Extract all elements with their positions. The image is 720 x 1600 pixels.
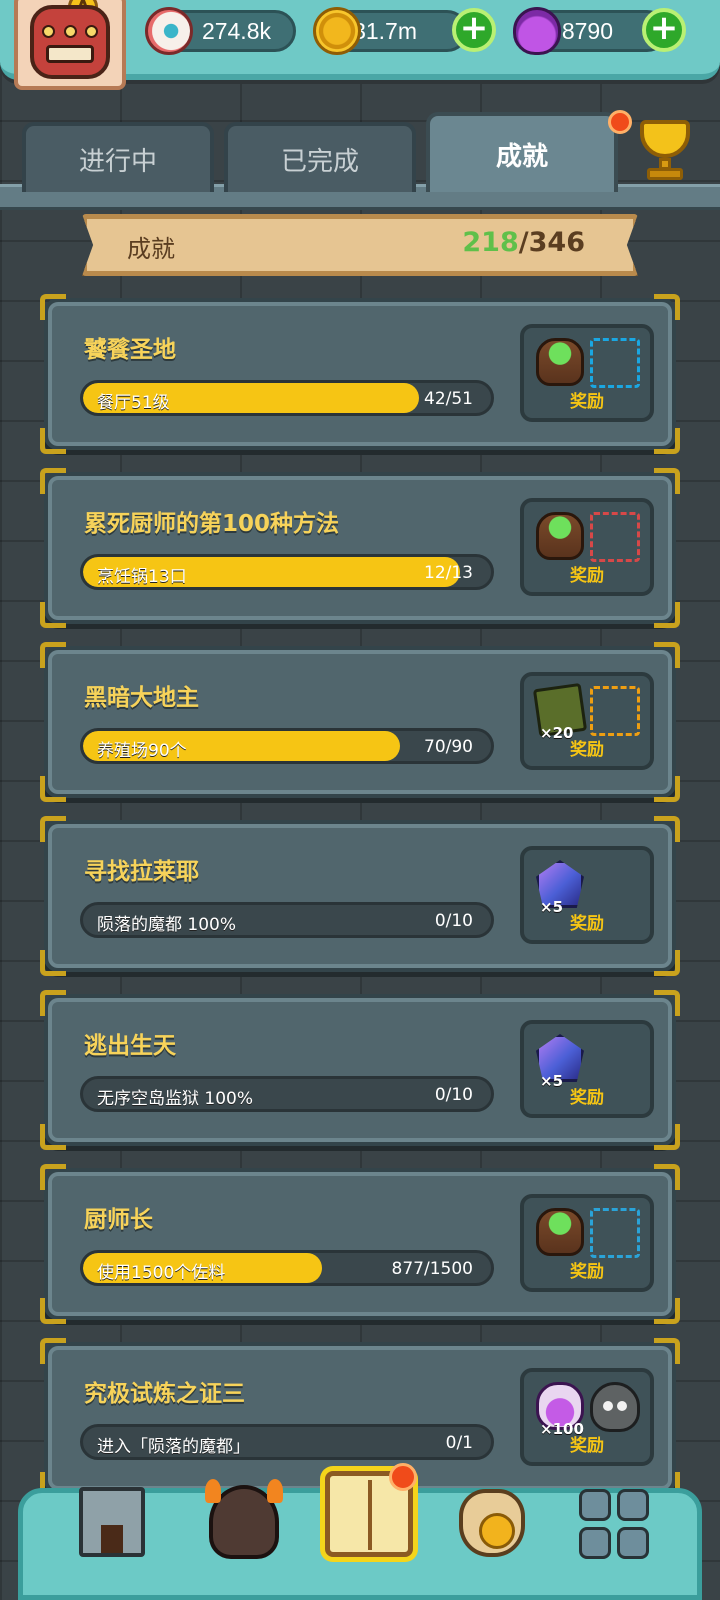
achievement-title: 厨师长 (84, 1207, 153, 1233)
grid-menu-icon (579, 1489, 649, 1559)
cabbage-crate-icon (536, 1208, 584, 1256)
nav-restaurant[interactable] (69, 1475, 153, 1575)
player-avatar[interactable]: A (14, 0, 126, 90)
achievement-list: 饕餮圣地 餐厅51级 42/51 奖励 累死厨师的第100种方法 烹饪锅13口 … (40, 294, 680, 1516)
monster-avatar-icon (30, 5, 110, 79)
reward-box[interactable]: ×100 奖励 (520, 1368, 654, 1466)
reward-box[interactable]: 奖励 (520, 1194, 654, 1292)
trophy-button[interactable] (630, 118, 700, 182)
horned-monster-icon (590, 1382, 640, 1432)
achievement-summary-banner: 成就 218/346 (82, 214, 638, 276)
monster-icon (205, 1479, 283, 1559)
empty-reward-slot (590, 512, 640, 562)
add-gold-button[interactable]: + (452, 8, 496, 52)
achievement-card: 饕餮圣地 餐厅51级 42/51 奖励 (40, 294, 680, 454)
reward-label: 奖励 (570, 914, 604, 934)
reward-label: 奖励 (570, 740, 604, 760)
achievement-count: 218/346 (462, 227, 585, 258)
progress-count: 877/1500 (391, 1259, 473, 1279)
eyeball-icon (145, 7, 193, 55)
progress-bar: 无序空岛监狱 100% 0/10 (80, 1076, 494, 1112)
progress-count: 70/90 (424, 737, 473, 757)
gold-currency: 31.7m (313, 7, 468, 55)
progress-count: 0/1 (445, 1433, 473, 1453)
progress-bar: 养殖场90个 70/90 (80, 728, 494, 764)
reward-label: 奖励 (570, 1088, 604, 1108)
achievement-card: 累死厨师的第100种方法 烹饪锅13口 12/13 奖励 (40, 468, 680, 628)
nav-treasure-bag[interactable] (449, 1475, 533, 1575)
reward-label: 奖励 (570, 1436, 604, 1456)
reward-label: 奖励 (570, 392, 604, 412)
reward-box[interactable]: ×20 奖励 (520, 672, 654, 770)
reward-label: 奖励 (570, 566, 604, 586)
tab-in-progress[interactable]: 进行中 (22, 122, 214, 192)
banner-title: 成就 (127, 235, 175, 263)
nav-menu-grid[interactable] (571, 1475, 655, 1575)
achievement-card: 逃出生天 无序空岛监狱 100% 0/10 ×5 奖励 (40, 990, 680, 1150)
reward-label: 奖励 (570, 1262, 604, 1282)
notification-dot (608, 110, 632, 134)
achievement-title: 黑暗大地主 (84, 685, 199, 711)
reward-box[interactable]: ×5 奖励 (520, 846, 654, 944)
achievement-title: 饕餮圣地 (84, 337, 176, 363)
nav-monster[interactable] (201, 1475, 285, 1575)
progress-count: 12/13 (424, 563, 473, 583)
achievement-title: 寻找拉莱耶 (84, 859, 199, 885)
empty-reward-slot (590, 686, 640, 736)
progress-bar: 餐厅51级 42/51 (80, 380, 494, 416)
reward-box[interactable]: ×5 奖励 (520, 1020, 654, 1118)
progress-count: 42/51 (424, 389, 473, 409)
restaurant-building-icon (79, 1487, 145, 1557)
task-label: 使用1500个佐料 (97, 1263, 226, 1283)
cabbage-crate-icon (536, 338, 584, 386)
empty-reward-slot (590, 338, 640, 388)
tab-achievements[interactable]: 成就 (426, 112, 618, 192)
progress-bar: 使用1500个佐料 877/1500 (80, 1250, 494, 1286)
add-potion-button[interactable]: + (642, 8, 686, 52)
task-label: 餐厅51级 (97, 393, 170, 413)
cabbage-crate-icon (536, 512, 584, 560)
achievement-card: 黑暗大地主 养殖场90个 70/90 ×20 奖励 (40, 642, 680, 802)
task-label: 烹饪锅13口 (97, 567, 187, 587)
achievement-card: 寻找拉莱耶 陨落的魔都 100% 0/10 ×5 奖励 (40, 816, 680, 976)
task-label: 养殖场90个 (97, 741, 187, 761)
reward-box[interactable]: 奖励 (520, 498, 654, 596)
achievement-title: 究极试炼之证三 (84, 1381, 245, 1407)
achievement-title: 累死厨师的第100种方法 (84, 511, 340, 537)
progress-bar: 进入「陨落的魔都」 0/1 (80, 1424, 494, 1460)
achievement-title: 逃出生天 (84, 1033, 176, 1059)
progress-bar: 烹饪锅13口 12/13 (80, 554, 494, 590)
task-label: 进入「陨落的魔都」 (97, 1437, 250, 1457)
currency-bar: A 274.8k 31.7m + 8790 + (0, 0, 720, 90)
eyes-currency: 274.8k (145, 7, 296, 55)
notification-dot (389, 1463, 417, 1491)
bottom-navigation (18, 1463, 702, 1600)
progress-bar: 陨落的魔都 100% 0/10 (80, 902, 494, 938)
achievement-card: 厨师长 使用1500个佐料 877/1500 奖励 (40, 1164, 680, 1324)
purple-potion-icon (513, 7, 561, 55)
progress-count: 0/10 (434, 911, 473, 931)
task-label: 陨落的魔都 100% (97, 915, 237, 935)
empty-reward-slot (590, 1208, 640, 1258)
progress-count: 0/10 (434, 1085, 473, 1105)
task-label: 无序空岛监狱 100% (97, 1089, 254, 1109)
nav-quest-book[interactable] (325, 1463, 417, 1575)
gold-coin-icon (313, 7, 361, 55)
money-bag-icon (459, 1489, 525, 1557)
reward-box[interactable]: 奖励 (520, 324, 654, 422)
trophy-icon (640, 120, 690, 158)
tab-completed[interactable]: 已完成 (224, 122, 416, 192)
